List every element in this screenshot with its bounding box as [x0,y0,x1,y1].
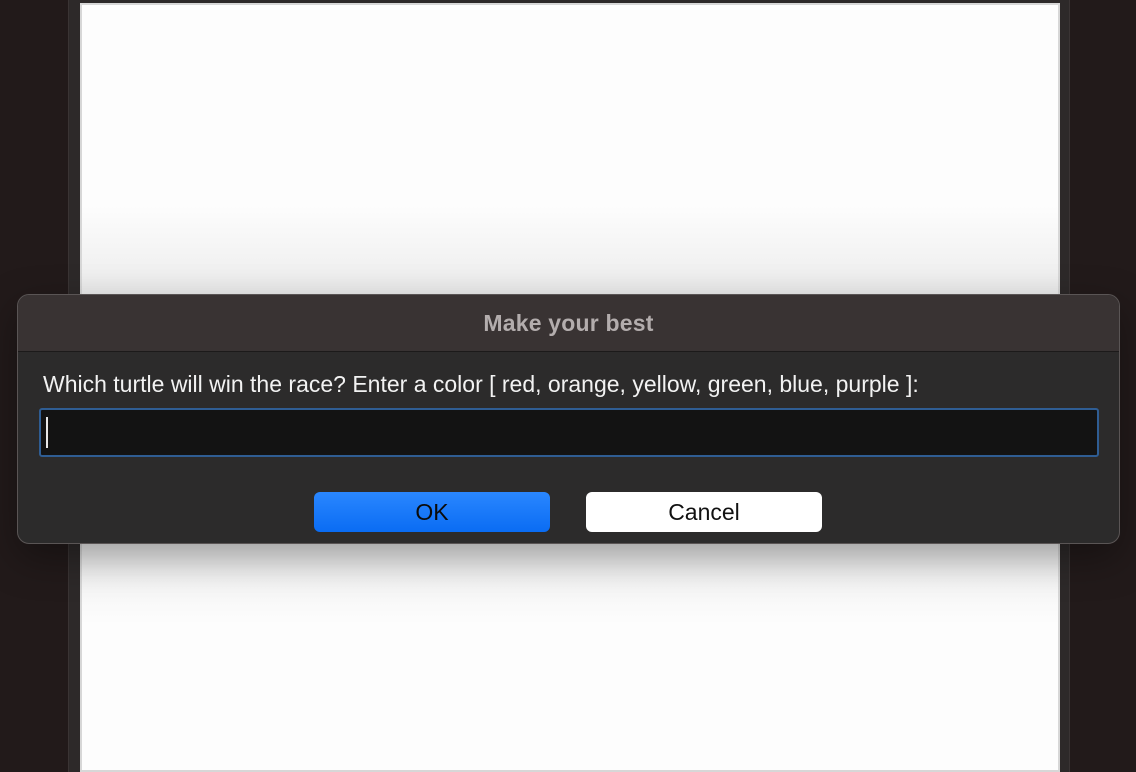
text-caret [46,417,48,448]
dialog-title: Make your best [483,309,654,336]
ok-button[interactable]: OK [314,492,550,532]
input-dialog: Make your best Which turtle will win the… [17,294,1120,544]
dialog-prompt: Which turtle will win the race? Enter a … [43,371,919,397]
dialog-titlebar: Make your best [18,295,1119,352]
color-input-field[interactable] [39,408,1099,457]
cancel-button[interactable]: Cancel [586,492,822,532]
desktop-background: Make your best Which turtle will win the… [0,0,1136,772]
